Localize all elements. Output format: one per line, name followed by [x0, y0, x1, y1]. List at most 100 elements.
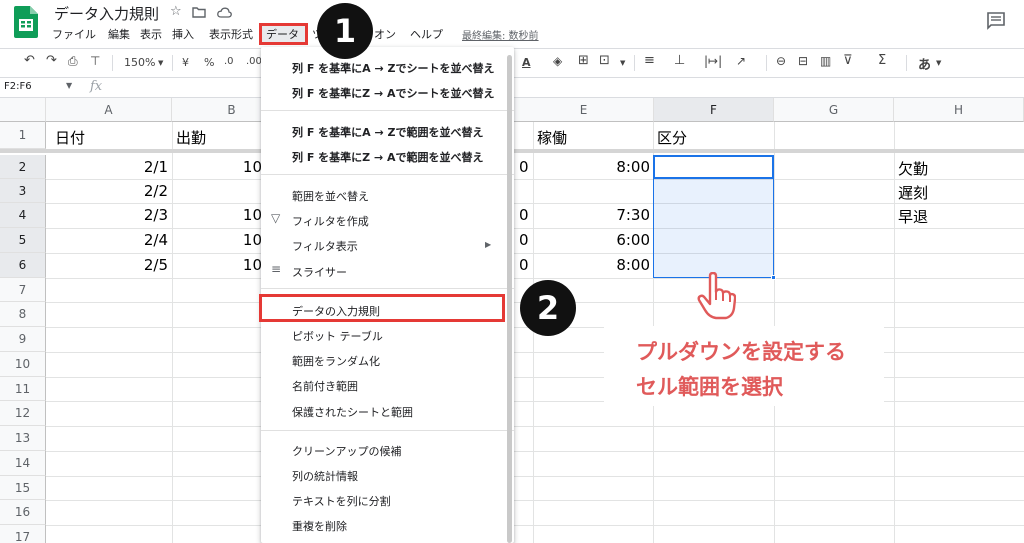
paint-format-icon[interactable]: ⊤ [90, 54, 100, 68]
percent-format-button[interactable]: % [204, 56, 214, 69]
undo-icon[interactable]: ↶ [24, 53, 35, 68]
last-edit-status[interactable]: 最終編集: 数秒前 [462, 27, 539, 42]
vertical-align-icon[interactable]: ⊥ [674, 53, 685, 68]
borders-icon[interactable]: ⊞ [578, 53, 589, 68]
menu-item-named-ranges[interactable]: 名前付き範囲 [292, 378, 358, 394]
cell-a5[interactable]: 2/4 [46, 231, 168, 249]
menu-item-sort-sheet-za[interactable]: 列 F を基準にZ → Aでシートを並べ替え [292, 85, 495, 101]
menu-item-remove-duplicates[interactable]: 重複を削除 [292, 518, 347, 534]
menu-help[interactable]: ヘルプ [404, 26, 449, 44]
increase-decimal-button[interactable]: .00 [246, 56, 262, 67]
row-header[interactable]: 11 [0, 377, 46, 401]
menu-item-filter-views[interactable]: フィルタ表示 [292, 238, 358, 254]
cell-a3[interactable]: 2/2 [46, 182, 168, 200]
column-header-a[interactable]: A [46, 98, 172, 122]
row-header[interactable]: 6 [0, 253, 46, 278]
menu-item-slicer[interactable]: スライサー [292, 264, 347, 280]
menu-item-column-stats[interactable]: 列の統計情報 [292, 468, 358, 484]
decrease-decimal-button[interactable]: .0 [224, 56, 234, 67]
row-header[interactable]: 14 [0, 451, 46, 476]
menu-item-pivot-table[interactable]: ピボット テーブル [292, 328, 383, 344]
cell-e2[interactable]: 8:00 [533, 158, 650, 176]
row-header[interactable]: 13 [0, 426, 46, 451]
row-header[interactable]: 17 [0, 525, 46, 543]
cell-h2[interactable]: 欠勤 [898, 158, 928, 179]
cell-d4[interactable]: 0 [519, 206, 529, 224]
sheets-logo-icon[interactable] [14, 6, 38, 38]
cell-d6[interactable]: 0 [519, 256, 529, 274]
column-header-g[interactable]: G [774, 98, 894, 122]
menu-scrollbar[interactable] [507, 55, 512, 543]
cell-a1[interactable]: 日付 [55, 127, 85, 148]
move-folder-icon[interactable] [192, 7, 206, 18]
cell-e1[interactable]: 稼働 [537, 127, 567, 148]
menu-item-sort-range-az[interactable]: 列 F を基準にA → Zで範囲を並べ替え [292, 124, 484, 140]
cell-b5[interactable]: 10 [172, 231, 262, 249]
menu-item-randomize-range[interactable]: 範囲をランダム化 [292, 353, 380, 369]
insert-comment-icon[interactable]: ⊟ [798, 54, 808, 68]
cell-d2[interactable]: 0 [519, 158, 529, 176]
cloud-status-icon[interactable] [217, 7, 232, 18]
menu-view[interactable]: 表示 [134, 26, 168, 44]
redo-icon[interactable]: ↷ [46, 53, 57, 68]
cell-e4[interactable]: 7:30 [533, 206, 650, 224]
menu-file[interactable]: ファイル [46, 26, 102, 44]
cell-h3[interactable]: 遅刻 [898, 182, 928, 203]
cell-f1[interactable]: 区分 [657, 127, 687, 148]
cell-a6[interactable]: 2/5 [46, 256, 168, 274]
menu-insert[interactable]: 挿入 [166, 26, 200, 44]
row-header[interactable]: 2 [0, 155, 46, 179]
column-header-f[interactable]: F [654, 98, 774, 122]
menu-item-create-filter[interactable]: フィルタを作成 [292, 213, 369, 229]
document-title[interactable]: データ入力規則 [54, 3, 159, 24]
row-header[interactable]: 9 [0, 327, 46, 352]
text-rotation-icon[interactable]: ↗ [736, 54, 746, 68]
input-tools-button[interactable]: あ [918, 54, 931, 73]
menu-item-sort-range[interactable]: 範囲を並べ替え [292, 188, 369, 204]
star-icon[interactable]: ☆ [170, 4, 182, 19]
chevron-down-icon[interactable]: ▼ [620, 59, 625, 67]
chevron-down-icon[interactable]: ▼ [66, 81, 72, 90]
row-header[interactable]: 4 [0, 203, 46, 228]
insert-chart-icon[interactable]: ▥ [820, 54, 831, 68]
chevron-down-icon[interactable]: ▼ [158, 59, 163, 67]
name-box[interactable]: F2:F6 [4, 81, 32, 92]
row-header[interactable]: 5 [0, 228, 46, 253]
cell-a2[interactable]: 2/1 [46, 158, 168, 176]
row-header[interactable]: 3 [0, 179, 46, 203]
chevron-down-icon[interactable]: ▼ [936, 59, 941, 67]
menu-addons[interactable]: オン [368, 26, 402, 44]
menu-edit[interactable]: 編集 [102, 26, 136, 44]
horizontal-align-icon[interactable]: ≡ [644, 53, 655, 68]
row-header[interactable]: 16 [0, 500, 46, 525]
merge-cells-icon[interactable]: ⊡ [599, 53, 610, 68]
text-color-button[interactable]: A [522, 56, 531, 69]
zoom-select[interactable]: 150% [124, 56, 155, 69]
comment-history-icon[interactable] [986, 12, 1006, 30]
menu-item-sort-sheet-az[interactable]: 列 F を基準にA → Zでシートを並べ替え [292, 60, 495, 76]
menu-item-sort-range-za[interactable]: 列 F を基準にZ → Aで範囲を並べ替え [292, 149, 484, 165]
select-all-corner[interactable] [0, 98, 46, 122]
currency-format-button[interactable]: ¥ [182, 56, 189, 69]
row-header[interactable]: 1 [0, 122, 46, 149]
cell-d5[interactable]: 0 [519, 231, 529, 249]
row-header[interactable]: 7 [0, 278, 46, 302]
cell-e6[interactable]: 8:00 [533, 256, 650, 274]
fill-color-icon[interactable]: ◈ [553, 54, 562, 68]
cell-b6[interactable]: 10 [172, 256, 262, 274]
menu-item-protected-ranges[interactable]: 保護されたシートと範囲 [292, 404, 413, 420]
functions-icon[interactable]: Σ [878, 53, 886, 68]
cell-b2[interactable]: 10 [172, 158, 262, 176]
text-wrapping-icon[interactable]: |↦| [704, 54, 722, 68]
menu-item-cleanup-suggestions[interactable]: クリーンアップの候補 [292, 443, 401, 459]
column-header-e[interactable]: E [514, 98, 654, 122]
active-cell-f2[interactable] [653, 155, 774, 179]
row-header[interactable]: 12 [0, 401, 46, 426]
cell-e5[interactable]: 6:00 [533, 231, 650, 249]
row-header[interactable]: 8 [0, 302, 46, 327]
filter-icon[interactable]: ⊽ [843, 53, 853, 68]
row-header[interactable]: 15 [0, 476, 46, 500]
insert-link-icon[interactable]: ⊖ [776, 54, 786, 68]
menu-item-split-text[interactable]: テキストを列に分割 [292, 493, 391, 509]
cell-h4[interactable]: 早退 [898, 206, 928, 227]
